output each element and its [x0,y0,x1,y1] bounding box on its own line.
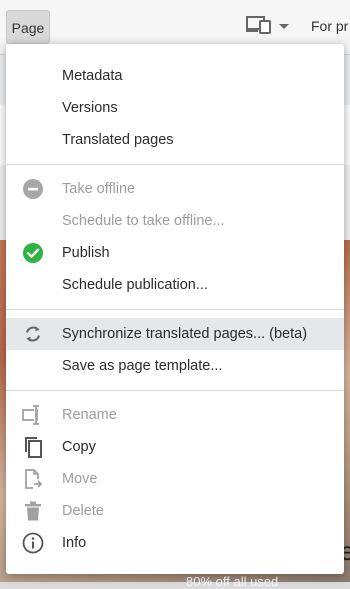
menu-section-info: Metadata Versions Translated pages [6,60,344,156]
menu-item-label: Rename [62,407,117,423]
page-dropdown-menu: Metadata Versions Translated pages Take … [6,44,344,574]
chevron-down-icon [278,18,290,36]
menu-item-label: Synchronize translated pages... (beta) [62,326,308,342]
menu-item-info[interactable]: Info [6,527,344,559]
menu-item-label: Delete [62,503,104,519]
menu-item-label: Move [62,471,98,487]
menu-section-actions: Rename Copy Move Delete Info [6,399,344,559]
menu-section-templates: Synchronize translated pages... (beta) S… [6,318,344,382]
menu-item-versions[interactable]: Versions [6,92,344,124]
devices-icon [246,15,272,39]
menu-item-copy[interactable]: Copy [6,431,344,463]
move-icon [22,468,44,490]
sync-icon [22,323,44,345]
menu-item-schedule-publication[interactable]: Schedule publication... [6,269,344,301]
menu-item-label: Publish [62,245,110,261]
check-circle-icon [22,242,44,264]
menu-item-publish[interactable]: Publish [6,237,344,269]
menu-item-translated-pages[interactable]: Translated pages [6,124,344,156]
menu-item-label: Translated pages [62,132,174,148]
menu-item-label: Info [62,535,87,551]
trash-icon [22,500,44,522]
menu-divider [6,164,344,165]
menu-item-take-offline: Take offline [6,173,344,205]
menu-item-synchronize-translated-pages[interactable]: Synchronize translated pages... (beta) [6,318,344,350]
toolbar-right-text: For pr [311,18,349,34]
device-preview-toggle[interactable] [246,14,296,40]
menu-item-label: Schedule to take offline... [62,213,225,229]
menu-item-metadata[interactable]: Metadata [6,60,344,92]
page-menu-button[interactable]: Page [6,10,50,44]
menu-item-label: Save as page template... [62,358,223,374]
menu-item-label: Metadata [62,68,123,84]
minus-circle-icon [22,178,44,200]
menu-divider [6,390,344,391]
menu-item-schedule-take-offline: Schedule to take offline... [6,205,344,237]
menu-item-rename: Rename [6,399,344,431]
menu-section-publishing: Take offline Schedule to take offline...… [6,173,344,301]
menu-item-label: Take offline [62,181,136,197]
info-icon [22,532,44,554]
menu-item-label: Copy [62,439,96,455]
menu-item-delete: Delete [6,495,344,527]
copy-icon [22,436,44,458]
menu-item-move: Move [6,463,344,495]
rename-icon [22,404,44,426]
menu-item-save-as-template[interactable]: Save as page template... [6,350,344,382]
menu-item-label: Schedule publication... [62,277,208,293]
menu-divider [6,309,344,310]
menu-item-label: Versions [62,100,118,116]
